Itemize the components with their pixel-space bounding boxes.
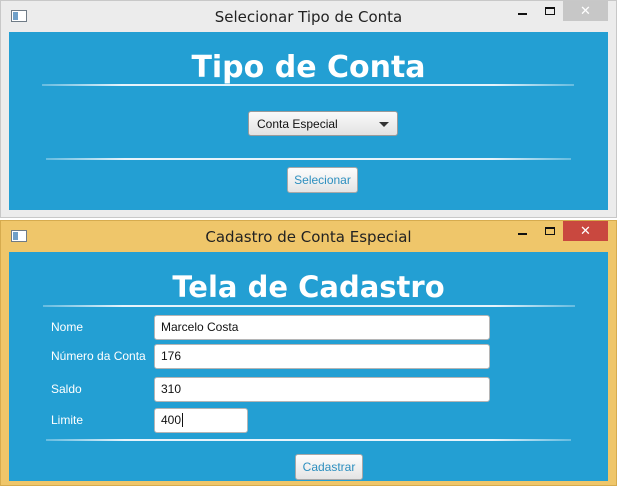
nome-input[interactable]: Marcelo Costa	[154, 315, 490, 340]
register-button[interactable]: Cadastrar	[295, 454, 363, 480]
chevron-down-icon	[379, 122, 389, 127]
text-caret	[182, 413, 184, 427]
separator-bottom	[46, 158, 571, 160]
limite-value: 400	[161, 413, 182, 427]
page-title: Tela de Cadastro	[172, 270, 445, 304]
close-icon: ✕	[580, 3, 591, 18]
cadastro-panel: Tela de Cadastro Nome Marcelo Costa Núme…	[9, 252, 608, 481]
maximize-button[interactable]	[536, 1, 563, 21]
select-button[interactable]: Selecionar	[287, 167, 358, 193]
tipo-conta-panel: Tipo de Conta Conta Especial Selecionar	[9, 32, 608, 210]
minimize-button[interactable]	[509, 221, 536, 241]
account-type-select[interactable]: Conta Especial	[248, 111, 398, 136]
tipo-conta-window: Selecionar Tipo de Conta ✕ Tipo de Conta…	[0, 0, 617, 218]
page-title: Tipo de Conta	[191, 50, 426, 85]
minimize-icon	[518, 233, 527, 235]
account-type-selected-value: Conta Especial	[257, 117, 338, 131]
separator-top	[42, 84, 574, 86]
maximize-button[interactable]	[536, 221, 563, 241]
minimize-icon	[518, 13, 527, 15]
saldo-label: Saldo	[51, 382, 82, 396]
maximize-icon	[544, 227, 555, 235]
limite-input[interactable]: 400	[154, 408, 248, 433]
cadastro-window: Cadastro de Conta Especial ✕ Tela de Cad…	[0, 220, 617, 486]
title-bar[interactable]: Cadastro de Conta Especial ✕	[1, 221, 616, 251]
numero-conta-label: Número da Conta	[51, 349, 146, 363]
close-button[interactable]: ✕	[563, 221, 608, 241]
saldo-input[interactable]: 310	[154, 377, 490, 402]
close-button[interactable]: ✕	[563, 1, 608, 21]
minimize-button[interactable]	[509, 1, 536, 21]
separator-bottom	[46, 439, 571, 441]
nome-label: Nome	[51, 320, 84, 334]
numero-conta-input[interactable]: 176	[154, 344, 490, 369]
limite-label: Limite	[51, 413, 84, 427]
maximize-icon	[544, 7, 555, 15]
separator-top	[43, 305, 575, 307]
close-icon: ✕	[580, 223, 591, 238]
title-bar[interactable]: Selecionar Tipo de Conta ✕	[1, 1, 616, 31]
